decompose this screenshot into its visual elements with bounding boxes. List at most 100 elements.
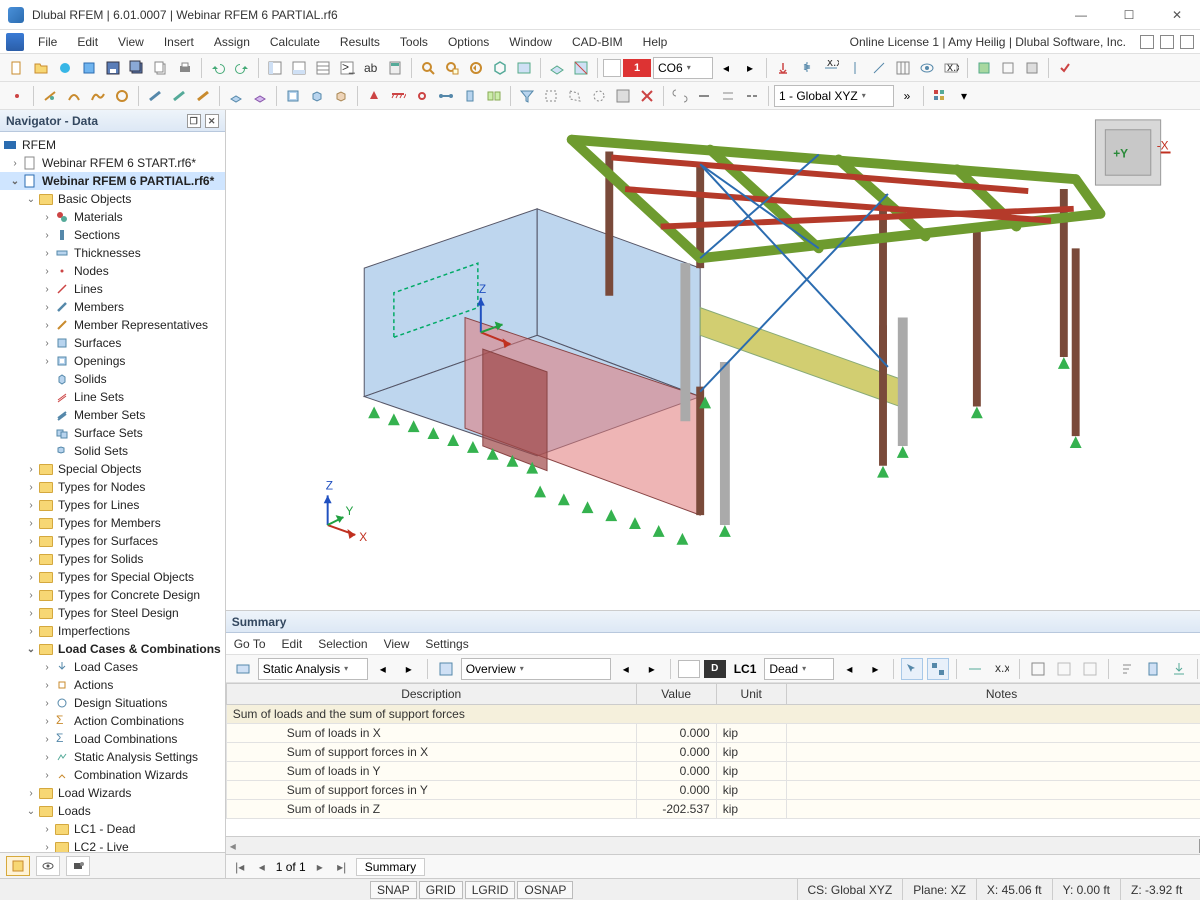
tree-surfaces[interactable]: ›Surfaces	[0, 334, 225, 352]
navigator-tree[interactable]: RFEM ›Webinar RFEM 6 START.rf6* ⌄Webinar…	[0, 132, 225, 852]
select-obj-icon[interactable]	[901, 658, 923, 680]
maximize-button[interactable]: ☐	[1114, 8, 1144, 22]
dimension-y-icon[interactable]	[844, 57, 866, 79]
analysis-type-icon[interactable]	[232, 658, 254, 680]
summary-menu-view[interactable]: View	[384, 637, 410, 651]
color-swatch[interactable]	[603, 59, 621, 77]
page-next-icon[interactable]: ▸	[312, 860, 328, 874]
tree-action-combos[interactable]: ›ΣAction Combinations	[0, 712, 225, 730]
eccentric-icon[interactable]	[459, 85, 481, 107]
tree-lcc[interactable]: ⌄Load Cases & Combinations	[0, 640, 225, 658]
section-view-icon[interactable]	[570, 57, 592, 79]
tree-combo-wizards[interactable]: ›Combination Wizards	[0, 766, 225, 784]
workplane-icon[interactable]	[546, 57, 568, 79]
summary-tab[interactable]: Summary	[356, 858, 425, 876]
tree-types-lines[interactable]: ›Types for Lines	[0, 496, 225, 514]
link3-icon[interactable]	[717, 85, 739, 107]
tree-nodes[interactable]: ›Nodes	[0, 262, 225, 280]
dimension-x-icon[interactable]: x.x	[820, 57, 842, 79]
zoom-icon[interactable]	[417, 57, 439, 79]
grid1-icon[interactable]	[1027, 658, 1049, 680]
mdi-restore-icon[interactable]	[1160, 35, 1174, 49]
select-circle-icon[interactable]	[588, 85, 610, 107]
node-icon[interactable]	[6, 85, 28, 107]
select-type-icon[interactable]	[927, 658, 949, 680]
summary-menu-settings[interactable]: Settings	[425, 637, 468, 651]
wireframe-icon[interactable]	[997, 57, 1019, 79]
line-support-icon[interactable]	[387, 85, 409, 107]
set-icon[interactable]	[483, 85, 505, 107]
menu-insert[interactable]: Insert	[154, 32, 204, 52]
copy-icon[interactable]	[150, 57, 172, 79]
print-icon[interactable]	[174, 57, 196, 79]
sort-icon[interactable]	[1116, 658, 1138, 680]
summary-hscroll[interactable]: ◂▸	[226, 836, 1200, 854]
nav-tab-display[interactable]	[36, 856, 60, 876]
tree-openings[interactable]: ›Openings	[0, 352, 225, 370]
grid-config-icon[interactable]	[892, 57, 914, 79]
analysis-next-icon[interactable]: ▸	[398, 658, 420, 680]
tree-loads[interactable]: ⌄Loads	[0, 802, 225, 820]
minimize-button[interactable]: —	[1066, 8, 1096, 22]
opening-icon[interactable]	[282, 85, 304, 107]
app-menu-icon[interactable]	[6, 33, 24, 51]
tree-materials[interactable]: ›Materials	[0, 208, 225, 226]
col-description[interactable]: Description	[226, 684, 636, 705]
tree-file-partial[interactable]: ⌄Webinar RFEM 6 PARTIAL.rf6*	[0, 172, 225, 190]
calc-icon[interactable]	[384, 57, 406, 79]
mdi-close-icon[interactable]	[1180, 35, 1194, 49]
select-poly-icon[interactable]	[564, 85, 586, 107]
new-row-icon[interactable]	[964, 658, 986, 680]
menu-file[interactable]: File	[28, 32, 67, 52]
tree-lines[interactable]: ›Lines	[0, 280, 225, 298]
dimension-z-icon[interactable]	[868, 57, 890, 79]
hinge-icon[interactable]	[411, 85, 433, 107]
nav-tab-data[interactable]	[6, 856, 30, 876]
tree-thicknesses[interactable]: ›Thicknesses	[0, 244, 225, 262]
tree-types-steel[interactable]: ›Types for Steel Design	[0, 604, 225, 622]
nav-close-icon[interactable]: ✕	[205, 114, 219, 128]
panel1-icon[interactable]	[264, 57, 286, 79]
plausibility-icon[interactable]	[1054, 57, 1076, 79]
menu-view[interactable]: View	[108, 32, 154, 52]
dim-settings-icon[interactable]: x.x	[990, 658, 1012, 680]
surface1-icon[interactable]	[225, 85, 247, 107]
tree-actions[interactable]: ›Actions	[0, 676, 225, 694]
analysis-combo[interactable]: Static Analysis▾	[258, 658, 368, 680]
tree-imperfections[interactable]: ›Imperfections	[0, 622, 225, 640]
menu-tools[interactable]: Tools	[390, 32, 438, 52]
number-tag-icon[interactable]: x.x	[940, 57, 962, 79]
surface2-icon[interactable]	[249, 85, 271, 107]
solid2-icon[interactable]	[330, 85, 352, 107]
panel2-icon[interactable]	[288, 57, 310, 79]
menu-calculate[interactable]: Calculate	[260, 32, 330, 52]
col-notes[interactable]: Notes	[786, 684, 1200, 705]
tree-sections[interactable]: ›Sections	[0, 226, 225, 244]
block-icon[interactable]	[78, 57, 100, 79]
model-viewport[interactable]: Z X Y Z +Y -X	[226, 110, 1200, 610]
menu-cadbim[interactable]: CAD-BIM	[562, 32, 633, 52]
tree-types-members[interactable]: ›Types for Members	[0, 514, 225, 532]
docs-icon[interactable]	[1142, 658, 1164, 680]
tree-solid-sets[interactable]: Solid Sets	[0, 442, 225, 460]
visibility-icon[interactable]	[916, 57, 938, 79]
tree-solids[interactable]: Solids	[0, 370, 225, 388]
grid-toggle[interactable]: GRID	[419, 881, 463, 899]
colors-icon[interactable]	[929, 85, 951, 107]
nav-undock-icon[interactable]: ❐	[187, 114, 201, 128]
tree-members[interactable]: ›Members	[0, 298, 225, 316]
spring-icon[interactable]	[796, 57, 818, 79]
menu-options[interactable]: Options	[438, 32, 499, 52]
cloud-icon[interactable]	[54, 57, 76, 79]
summary-grid[interactable]: Description Value Unit Notes Sum of load…	[226, 683, 1200, 836]
tree-member-reps[interactable]: ›Member Representatives	[0, 316, 225, 334]
col-value[interactable]: Value	[636, 684, 716, 705]
tree-special-objects[interactable]: ›Special Objects	[0, 460, 225, 478]
tree-design-situations[interactable]: ›Design Situations	[0, 694, 225, 712]
units-icon[interactable]: ab	[360, 57, 382, 79]
tree-line-sets[interactable]: Line Sets	[0, 388, 225, 406]
save-icon[interactable]	[102, 57, 124, 79]
select-rect-icon[interactable]	[540, 85, 562, 107]
coords-next-icon[interactable]: »	[896, 85, 918, 107]
overview-next-icon[interactable]: ▸	[641, 658, 663, 680]
